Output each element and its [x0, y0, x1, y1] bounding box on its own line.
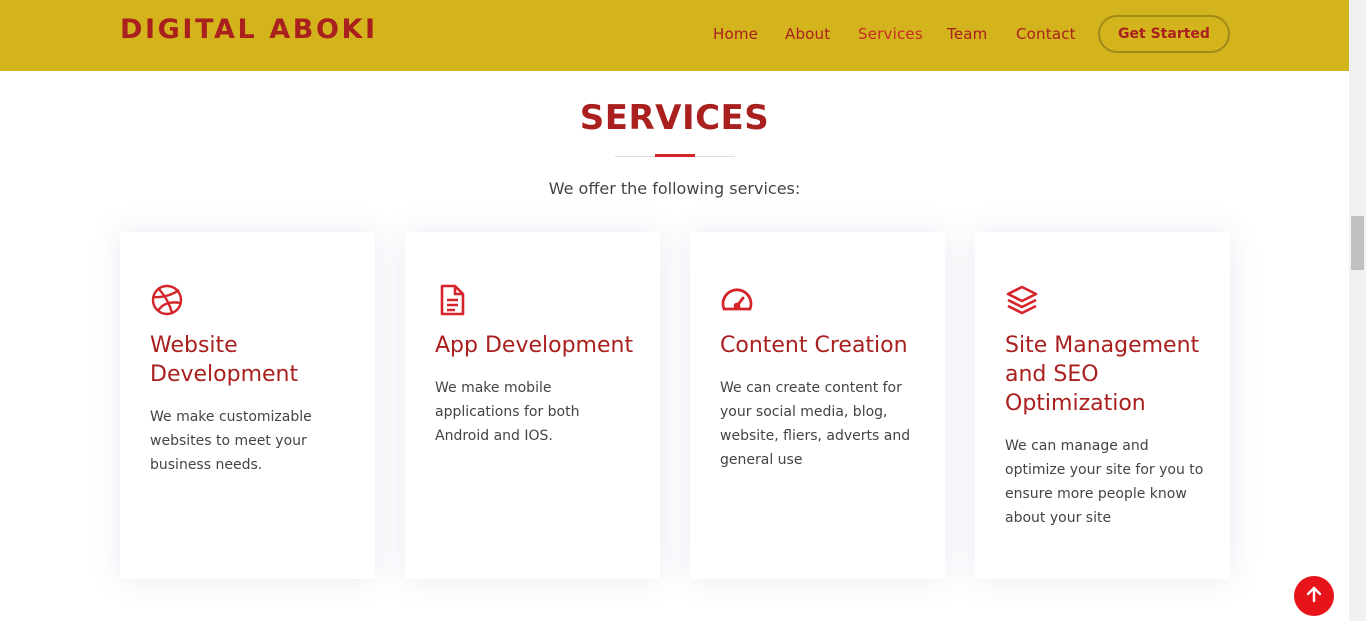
nav-services[interactable]: Services: [858, 25, 923, 43]
nav-home[interactable]: Home: [713, 25, 758, 43]
arrow-up-icon: [1305, 585, 1323, 607]
service-title: Site Management and SEO Optimization: [1005, 333, 1200, 416]
section-title: SERVICES: [579, 98, 770, 138]
service-description: We make customizable websites to meet yo…: [150, 409, 312, 473]
service-title: Content Creation: [720, 333, 908, 358]
service-card-website-development[interactable]: Website Development We make customizable…: [120, 232, 375, 579]
dribbble-icon: [150, 283, 184, 317]
service-description: We can manage and optimize your site for…: [1005, 438, 1204, 526]
site-header: DIGITAL ABOKI Home About Services Team C…: [0, 0, 1349, 71]
service-description: We can create content for your social me…: [720, 380, 911, 468]
speedometer-icon: [720, 283, 754, 317]
get-started-button[interactable]: Get Started: [1098, 15, 1230, 53]
title-divider-accent: [655, 154, 695, 157]
service-description: We make mobile applications for both And…: [435, 380, 580, 444]
service-title: Website Development: [150, 333, 299, 387]
service-card-content-creation[interactable]: Content Creation We can create content f…: [690, 232, 945, 579]
page-scrollbar[interactable]: [1349, 0, 1366, 621]
service-card-app-development[interactable]: App Development We make mobile applicati…: [405, 232, 660, 579]
nav-team[interactable]: Team: [947, 25, 987, 43]
scrollbar-thumb[interactable]: [1351, 216, 1364, 270]
layers-icon: [1005, 283, 1039, 317]
nav-contact[interactable]: Contact: [1016, 25, 1076, 43]
document-icon: [435, 283, 469, 317]
section-subtitle: We offer the following services:: [548, 179, 801, 198]
site-logo[interactable]: DIGITAL ABOKI: [120, 14, 378, 45]
nav-about[interactable]: About: [785, 25, 830, 43]
back-to-top-button[interactable]: [1294, 576, 1334, 616]
service-card-site-management-seo[interactable]: Site Management and SEO Optimization We …: [975, 232, 1230, 579]
service-title: App Development: [435, 333, 634, 358]
